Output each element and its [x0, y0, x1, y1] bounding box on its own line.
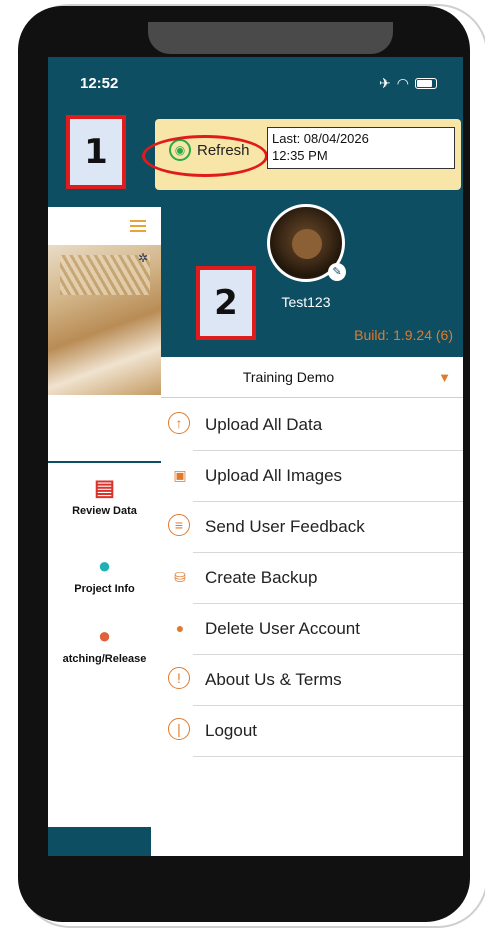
- feedback-icon: ≡: [168, 514, 190, 536]
- divider: [48, 461, 161, 463]
- upload-icon: ↑: [168, 412, 190, 434]
- menu-item-delete-account[interactable]: ● Delete User Account: [161, 604, 463, 655]
- menu-item-label: Delete User Account: [205, 619, 360, 638]
- menu-item-send-feedback[interactable]: ≡ Send User Feedback: [161, 502, 463, 553]
- background-footer: [48, 827, 151, 856]
- image-settings-icon[interactable]: ✲: [138, 251, 148, 265]
- project-dropdown-value: Training Demo: [242, 369, 335, 385]
- menu-icon[interactable]: [130, 220, 146, 235]
- delete-user-icon: ●: [175, 620, 185, 636]
- edit-avatar-icon[interactable]: ✎: [328, 263, 346, 281]
- phone-notch: [148, 22, 393, 54]
- status-time: 12:52: [80, 75, 119, 92]
- review-data-label: Review Data: [72, 505, 137, 517]
- last-sync-box: Last: 08/04/2026 12:35 PM: [267, 127, 455, 169]
- chevron-down-icon: ▼: [438, 370, 451, 385]
- menu-item-about-terms[interactable]: ! About Us & Terms: [161, 655, 463, 706]
- backup-icon: ⛁: [174, 568, 186, 585]
- menu-item-label: Send User Feedback: [205, 517, 365, 536]
- menu-item-label: Create Backup: [205, 568, 318, 587]
- hatching-release-item[interactable]: ● atching/Release: [48, 623, 161, 665]
- pin-icon: ●: [97, 623, 112, 648]
- info-exclamation-icon: !: [168, 667, 190, 689]
- review-data-icon: ▤: [94, 475, 115, 500]
- menu-item-logout[interactable]: | Logout: [161, 706, 463, 757]
- last-sync-date: Last: 08/04/2026: [272, 131, 369, 146]
- power-icon: |: [168, 718, 190, 740]
- menu-item-label: Upload All Data: [205, 415, 323, 434]
- project-info-item[interactable]: ● Project Info: [48, 553, 161, 595]
- sync-panel: ◉ Refresh Last: 08/04/2026 12:35 PM: [142, 119, 461, 190]
- menu-item-label: About Us & Terms: [205, 670, 342, 689]
- project-info-label: Project Info: [74, 583, 135, 595]
- project-dropdown[interactable]: Training Demo ▼: [161, 358, 463, 398]
- menu-item-upload-all-data[interactable]: ↑ Upload All Data: [161, 400, 463, 451]
- upload-image-icon: ▣: [173, 466, 187, 483]
- photo-texture: [60, 255, 150, 295]
- last-sync-time: 12:35 PM: [272, 148, 328, 163]
- project-photo: ✲: [48, 245, 161, 395]
- menu-item-label: Logout: [205, 721, 257, 740]
- info-icon: ●: [97, 553, 112, 578]
- callout-1: 1: [66, 115, 126, 189]
- review-data-item[interactable]: ▤ Review Data: [48, 475, 161, 517]
- drawer-footer: [151, 826, 463, 856]
- drawer-menu: ↑ Upload All Data ▣ Upload All Images ≡ …: [161, 400, 463, 757]
- menu-item-create-backup[interactable]: ⛁ Create Backup: [161, 553, 463, 604]
- refresh-highlight: [142, 135, 268, 177]
- avatar-face: [292, 229, 322, 259]
- build-version: Build: 1.9.24 (6): [354, 327, 453, 343]
- callout-2: 2: [196, 266, 256, 340]
- side-drawer: ◉ Refresh Last: 08/04/2026 12:35 PM ✎ Te…: [142, 57, 463, 856]
- hatching-release-label: atching/Release: [62, 653, 147, 665]
- menu-item-upload-all-images[interactable]: ▣ Upload All Images: [161, 451, 463, 502]
- menu-item-label: Upload All Images: [205, 466, 343, 485]
